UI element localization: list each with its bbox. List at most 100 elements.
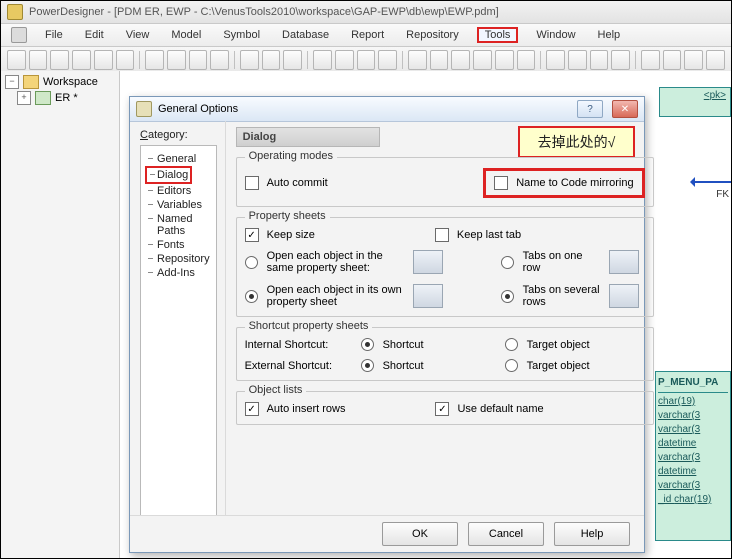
category-panel: Category: General Dialog Editors Variabl… [130,121,226,516]
app-title: PowerDesigner - [PDM ER, EWP - C:\VenusT… [29,6,499,18]
toolbar-button[interactable] [283,50,302,70]
internal-target-radio[interactable] [505,338,518,351]
menu-help[interactable]: Help [594,27,625,43]
toolbar-button[interactable] [378,50,397,70]
use-default-name-checkbox[interactable] [435,402,449,416]
menu-symbol[interactable]: Symbol [219,27,264,43]
toolbar-button[interactable] [663,50,682,70]
toolbar-button[interactable] [94,50,113,70]
property-sheets-group: Property sheets Keep size Keep last tab … [236,217,654,317]
tree-collapse-icon[interactable]: − [5,75,19,89]
keep-size-checkbox[interactable] [245,228,259,242]
name-to-code-checkbox[interactable] [494,176,508,190]
tree-item-repository[interactable]: Repository [145,252,212,266]
menu-file[interactable]: File [41,27,67,43]
toolbar-button[interactable] [189,50,208,70]
open-same-radio[interactable] [245,256,258,269]
tree-item-add-ins[interactable]: Add-Ins [145,266,212,280]
toolbar-button[interactable] [517,50,536,70]
toolbar-button[interactable] [357,50,376,70]
category-tree[interactable]: General Dialog Editors Variables Named P… [140,145,217,539]
toolbar-button[interactable] [167,50,186,70]
dialog-titlebar[interactable]: General Options ? ✕ [130,97,644,122]
auto-commit-label: Auto commit [267,177,328,189]
toolbar-separator [540,51,541,69]
help-button[interactable]: Help [554,522,630,546]
toolbar-button[interactable] [7,50,26,70]
auto-commit-checkbox[interactable] [245,176,259,190]
toolbar-button[interactable] [145,50,164,70]
internal-shortcut-radio[interactable] [361,338,374,351]
toolbar-button[interactable] [335,50,354,70]
keep-last-tab-checkbox[interactable] [435,228,449,242]
fk-arrow-icon [691,181,731,183]
tree-expand-icon[interactable]: + [17,91,31,105]
toolbar-button[interactable] [611,50,630,70]
toolbar-separator [402,51,403,69]
open-own-radio[interactable] [245,290,258,303]
tabs-one-row-radio[interactable] [501,256,514,269]
toolbar-button[interactable] [50,50,69,70]
er-model-label[interactable]: ER * [55,92,78,104]
tree-item-general[interactable]: General [145,152,212,166]
menu-model[interactable]: Model [167,27,205,43]
external-target-radio[interactable] [505,359,518,372]
app-window: PowerDesigner - [PDM ER, EWP - C:\VenusT… [0,0,732,559]
name-to-code-highlight: Name to Code mirroring [483,168,644,198]
toolbar-button[interactable] [29,50,48,70]
toolbar-button[interactable] [684,50,703,70]
cancel-button[interactable]: Cancel [468,522,544,546]
toolbar-button[interactable] [408,50,427,70]
toolbar-button[interactable] [641,50,660,70]
toolbar-button[interactable] [451,50,470,70]
menu-tools[interactable]: Tools [477,27,519,43]
sheet-same-icon [413,250,443,274]
tabs-several-radio[interactable] [501,290,514,303]
tree-item-fonts[interactable]: Fonts [145,238,212,252]
ok-button[interactable]: OK [382,522,458,546]
tree-item-dialog[interactable]: Dialog [145,166,192,184]
system-menu-icon[interactable] [11,27,27,43]
annotation-callout: 去掉此处的√ [518,126,636,158]
menu-database[interactable]: Database [278,27,333,43]
menu-edit[interactable]: Edit [81,27,108,43]
toolbar-separator [139,51,140,69]
tree-item-editors[interactable]: Editors [145,184,212,198]
close-button[interactable]: ✕ [612,100,638,118]
toolbar-button[interactable] [473,50,492,70]
workspace-label[interactable]: Workspace [43,76,98,88]
toolbar-button[interactable] [568,50,587,70]
toolbar-separator [307,51,308,69]
toolbar-button[interactable] [240,50,259,70]
toolbar-button[interactable] [313,50,332,70]
toolbar-button[interactable] [430,50,449,70]
dialog-footer: OK Cancel Help [130,515,644,552]
dialog-title: General Options [158,103,238,115]
menu-view[interactable]: View [122,27,154,43]
toolbar-button[interactable] [495,50,514,70]
toolbar-button[interactable] [546,50,565,70]
menu-repository[interactable]: Repository [402,27,463,43]
menu-report[interactable]: Report [347,27,388,43]
tree-item-variables[interactable]: Variables [145,198,212,212]
external-shortcut-radio[interactable] [361,359,374,372]
toolbar-button[interactable] [590,50,609,70]
er-entity-menu[interactable]: P_MENU_PA char(19) varchar(3 varchar(3 d… [655,371,731,541]
shortcut-group: Shortcut property sheets Internal Shortc… [236,327,654,381]
dialog-body: Category: General Dialog Editors Variabl… [130,121,644,516]
tree-item-named-paths[interactable]: Named Paths [145,212,212,238]
workspace-tree: − Workspace + ER * [1,71,120,558]
toolbar-button[interactable] [116,50,135,70]
help-button[interactable]: ? [577,100,603,118]
toolbar-button[interactable] [210,50,229,70]
toolbar-button[interactable] [262,50,281,70]
tabs-several-icon [609,284,639,308]
menu-window[interactable]: Window [532,27,579,43]
toolbar-button[interactable] [706,50,725,70]
toolbar-button[interactable] [72,50,91,70]
er-entity-top[interactable]: <pk> [659,87,731,117]
group-legend: Property sheets [245,210,330,222]
category-label: Category: [140,129,217,141]
auto-insert-checkbox[interactable] [245,402,259,416]
sheet-own-icon [413,284,443,308]
